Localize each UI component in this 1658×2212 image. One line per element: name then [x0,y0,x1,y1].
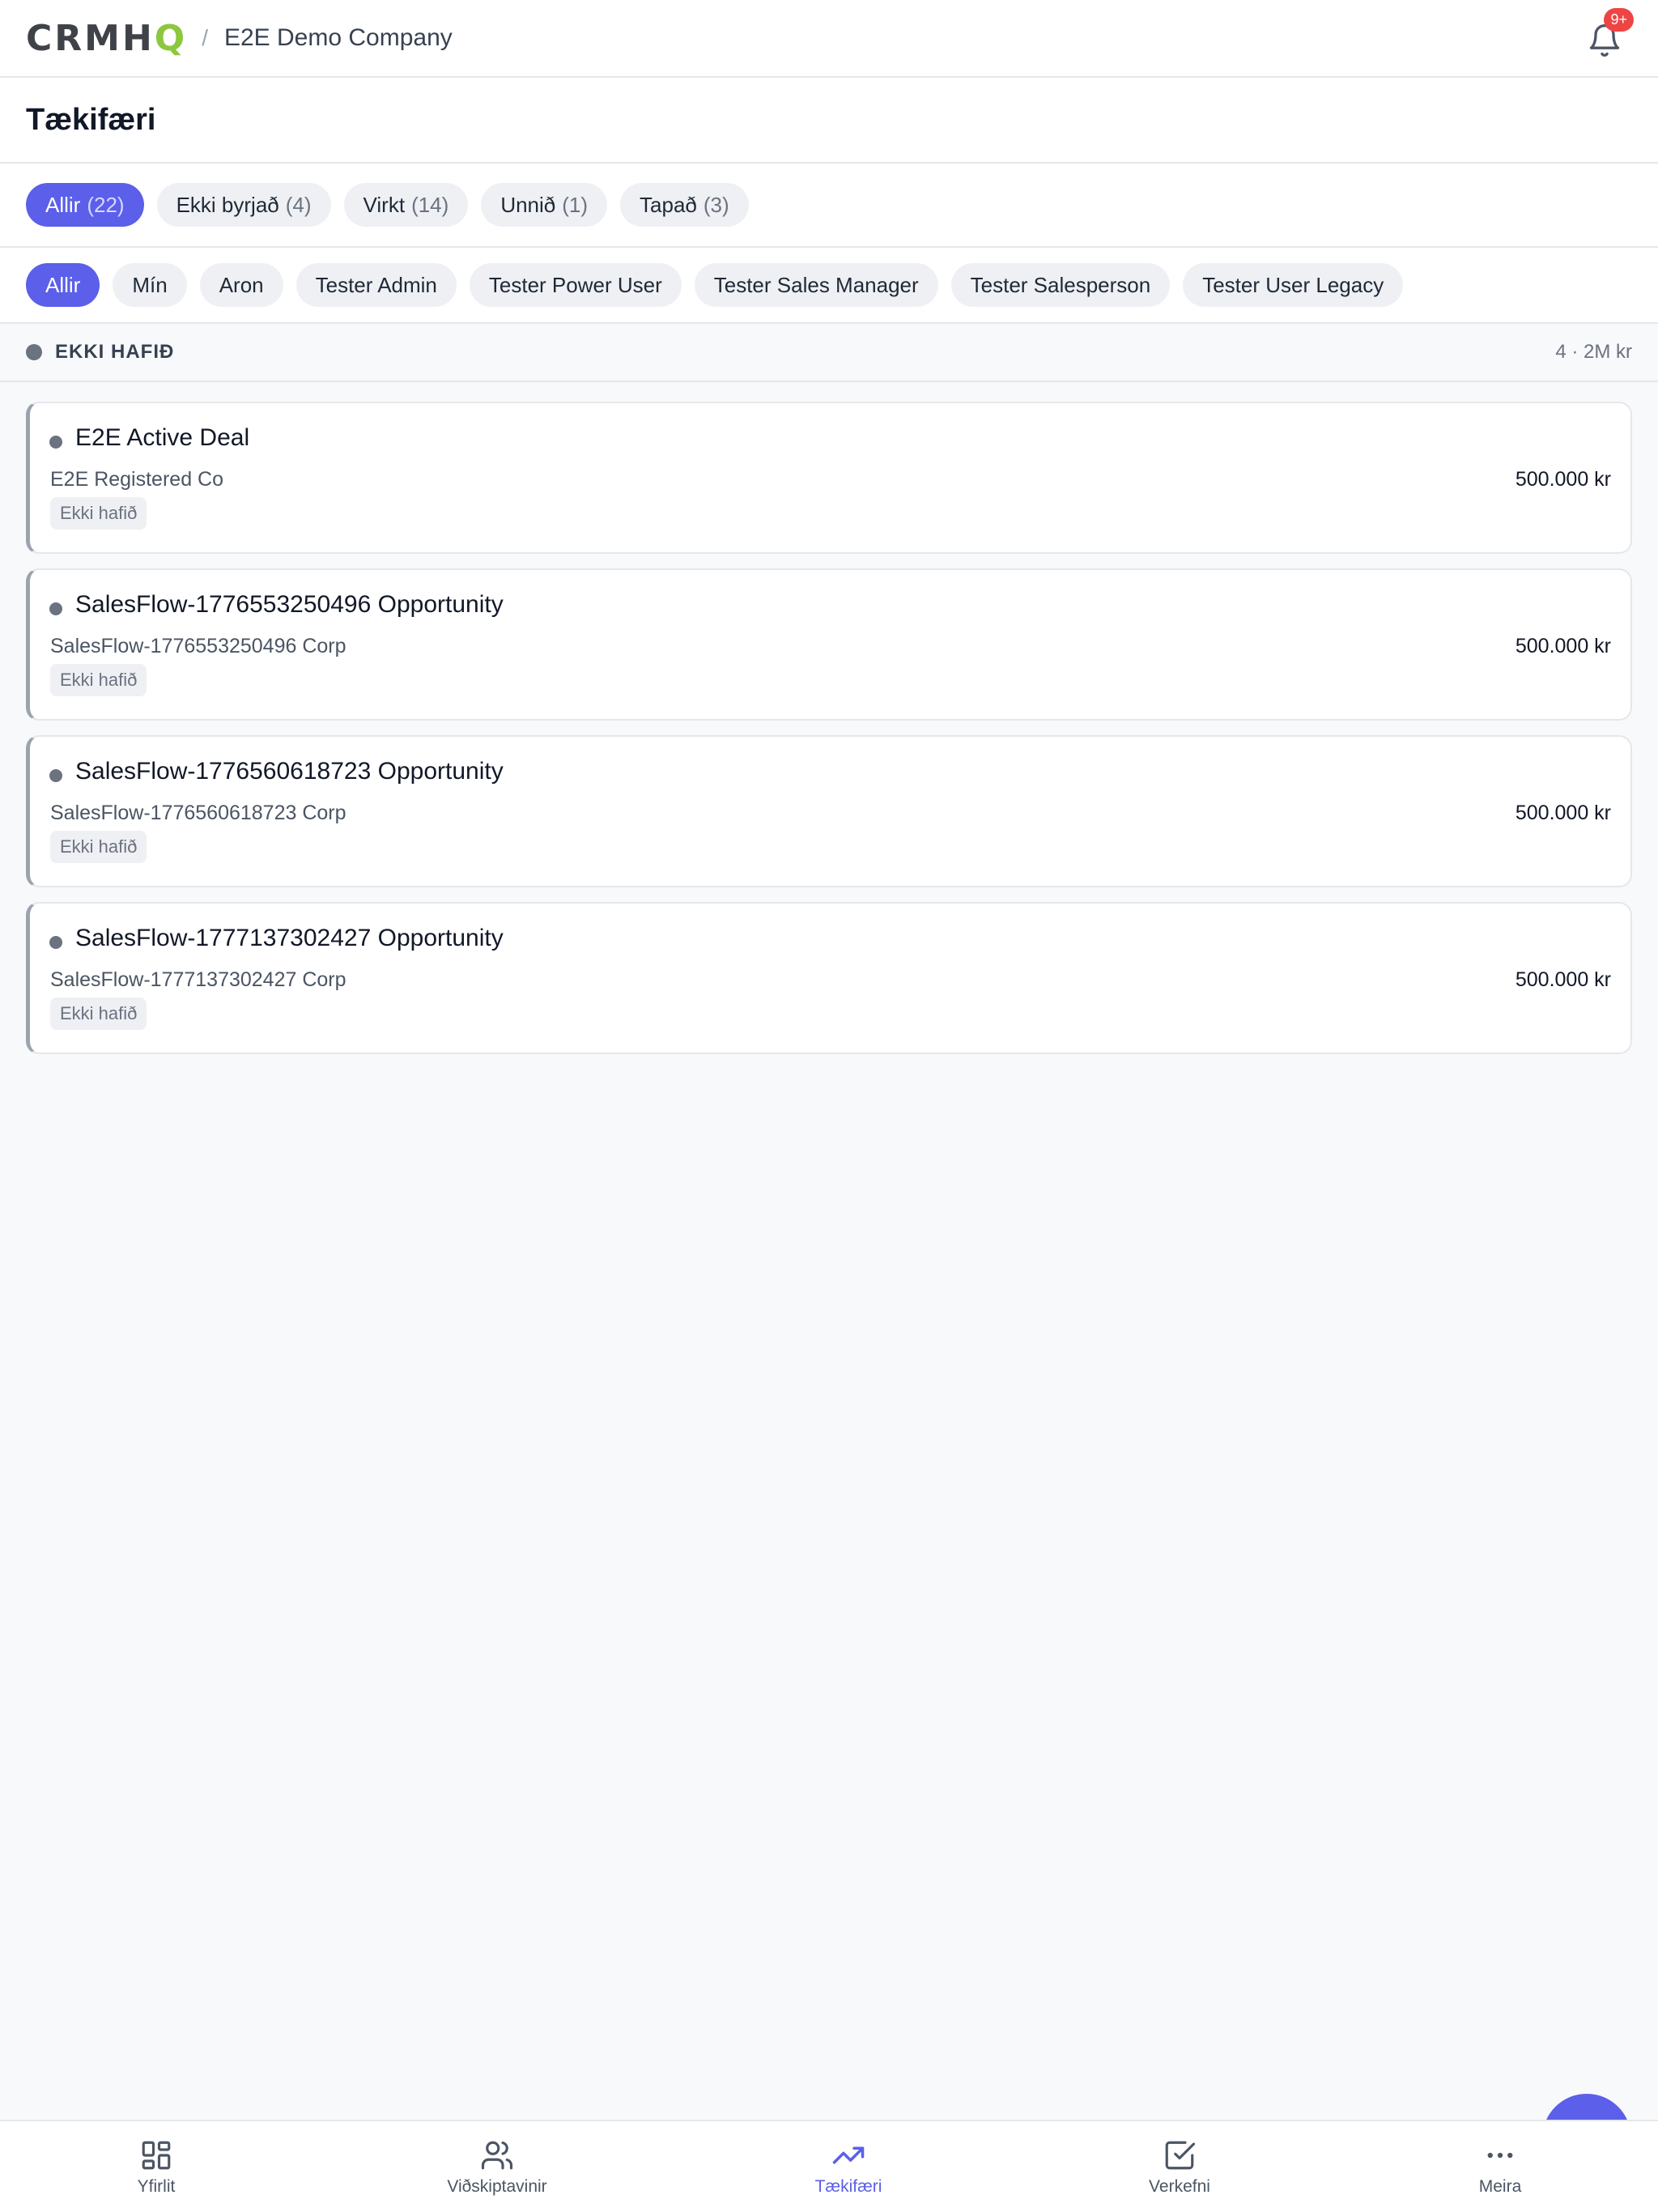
nav-tasks[interactable]: Verkefni [1074,2121,1285,2212]
deal-company: SalesFlow-1776560618723 Corp [50,802,346,824]
chip-label: Unnið [500,192,556,217]
deal-list: E2E Active Deal E2E Registered Co Ekki h… [26,402,1632,1069]
deal-card[interactable]: SalesFlow-1777137302427 Opportunity Sale… [26,902,1632,1054]
nav-customers[interactable]: Viðskiptavinir [392,2121,602,2212]
status-dot [26,344,42,360]
group-title: EKKI HAFIÐ [55,341,175,363]
notification-badge: 9+ [1604,8,1634,32]
owner-filter-row: Allir Mín Aron Tester Admin Tester Power… [0,248,1658,324]
top-bar: CRMHQ / E2E Demo Company 9+ [0,0,1658,78]
nav-opportunities[interactable]: Tækifæri [743,2121,954,2212]
group-summary: 4 · 2M kr [1555,341,1632,363]
deal-title: SalesFlow-1776560618723 Opportunity [75,758,504,785]
chip-label: Tapað [640,192,697,217]
chip-label: Virkt [363,192,406,217]
deal-card[interactable]: SalesFlow-1776560618723 Opportunity Sale… [26,735,1632,887]
logo-accent: Q [154,17,188,59]
nav-label: Viðskiptavinir [447,2177,547,2196]
logo[interactable]: CRMHQ [26,17,188,59]
owner-filter-tester-sales-manager[interactable]: Tester Sales Manager [694,263,938,307]
deal-stage-tag: Ekki hafið [50,998,147,1030]
grid-icon [142,2141,171,2170]
page-title: Tækifæri [26,102,156,137]
nav-overview[interactable]: Yfirlit [51,2121,261,2212]
deal-card[interactable]: SalesFlow-1776553250496 Opportunity Sale… [26,568,1632,721]
status-filter-lost[interactable]: Tapað (3) [620,183,749,227]
deal-title: E2E Active Deal [75,424,250,451]
deal-company: SalesFlow-1776553250496 Corp [50,635,346,657]
deal-card[interactable]: E2E Active Deal E2E Registered Co Ekki h… [26,402,1632,554]
status-dot [49,436,62,449]
deal-company: E2E Registered Co [50,468,224,491]
deal-amount: 500.000 kr [1515,635,1611,657]
group-header[interactable]: EKKI HAFIÐ 4 · 2M kr [0,324,1658,382]
owner-filter-tester-salesperson[interactable]: Tester Salesperson [950,263,1171,307]
owner-filter-mine[interactable]: Mín [113,263,187,307]
trending-up-icon [832,2146,865,2164]
status-dot [49,769,62,782]
owner-filter-tester-admin[interactable]: Tester Admin [295,263,457,307]
chip-count: (3) [703,192,729,217]
owner-filter-tester-power-user[interactable]: Tester Power User [469,263,682,307]
logo-text: CRMH [26,17,155,59]
deal-title: SalesFlow-1777137302427 Opportunity [75,925,504,951]
status-filter-active[interactable]: Virkt (14) [343,183,469,227]
chip-count: (1) [562,192,589,217]
title-bar: Tækifæri [0,78,1658,164]
owner-filter-all[interactable]: Allir [26,263,100,307]
checkbox-icon [1165,2141,1196,2170]
users-icon [481,2141,513,2170]
deal-stage-tag: Ekki hafið [50,831,147,863]
chip-count: (14) [411,192,449,217]
deal-amount: 500.000 kr [1515,802,1611,824]
status-dot [49,602,62,615]
bottom-nav: Yfirlit Viðskiptavinir Tækifæri Verkefni… [0,2120,1658,2212]
deal-amount: 500.000 kr [1515,968,1611,991]
status-filter-row: Allir (22) Ekki byrjað (4) Virkt (14) Unnið… [0,164,1658,248]
more-icon [1487,2152,1513,2159]
notifications-button[interactable]: 9+ [1584,8,1634,60]
nav-label: Tækifæri [814,2177,882,2196]
deal-title: SalesFlow-1776553250496 Opportunity [75,591,504,618]
status-dot [49,936,62,949]
nav-more[interactable]: Meira [1395,2121,1605,2212]
nav-label: Yfirlit [137,2177,176,2196]
nav-label: Verkefni [1149,2177,1210,2196]
status-filter-won[interactable]: Unnið (1) [481,183,608,227]
deal-stage-tag: Ekki hafið [50,664,147,696]
company-name[interactable]: E2E Demo Company [224,24,453,52]
owner-filter-aron[interactable]: Aron [199,263,283,307]
deal-company: SalesFlow-1777137302427 Corp [50,968,346,991]
nav-label: Meira [1478,2177,1522,2196]
chip-count: (4) [285,192,312,217]
status-filter-all[interactable]: Allir (22) [26,183,144,227]
deal-amount: 500.000 kr [1515,468,1611,491]
owner-filter-tester-user-legacy[interactable]: Tester User Legacy [1183,263,1404,307]
chip-label: Ekki byrjað [176,192,279,217]
deal-stage-tag: Ekki hafið [50,497,147,530]
chip-count: (22) [87,192,125,217]
status-filter-not-started[interactable]: Ekki byrjað (4) [156,183,331,227]
chip-label: Allir [45,192,81,217]
breadcrumb-separator: / [202,25,208,50]
